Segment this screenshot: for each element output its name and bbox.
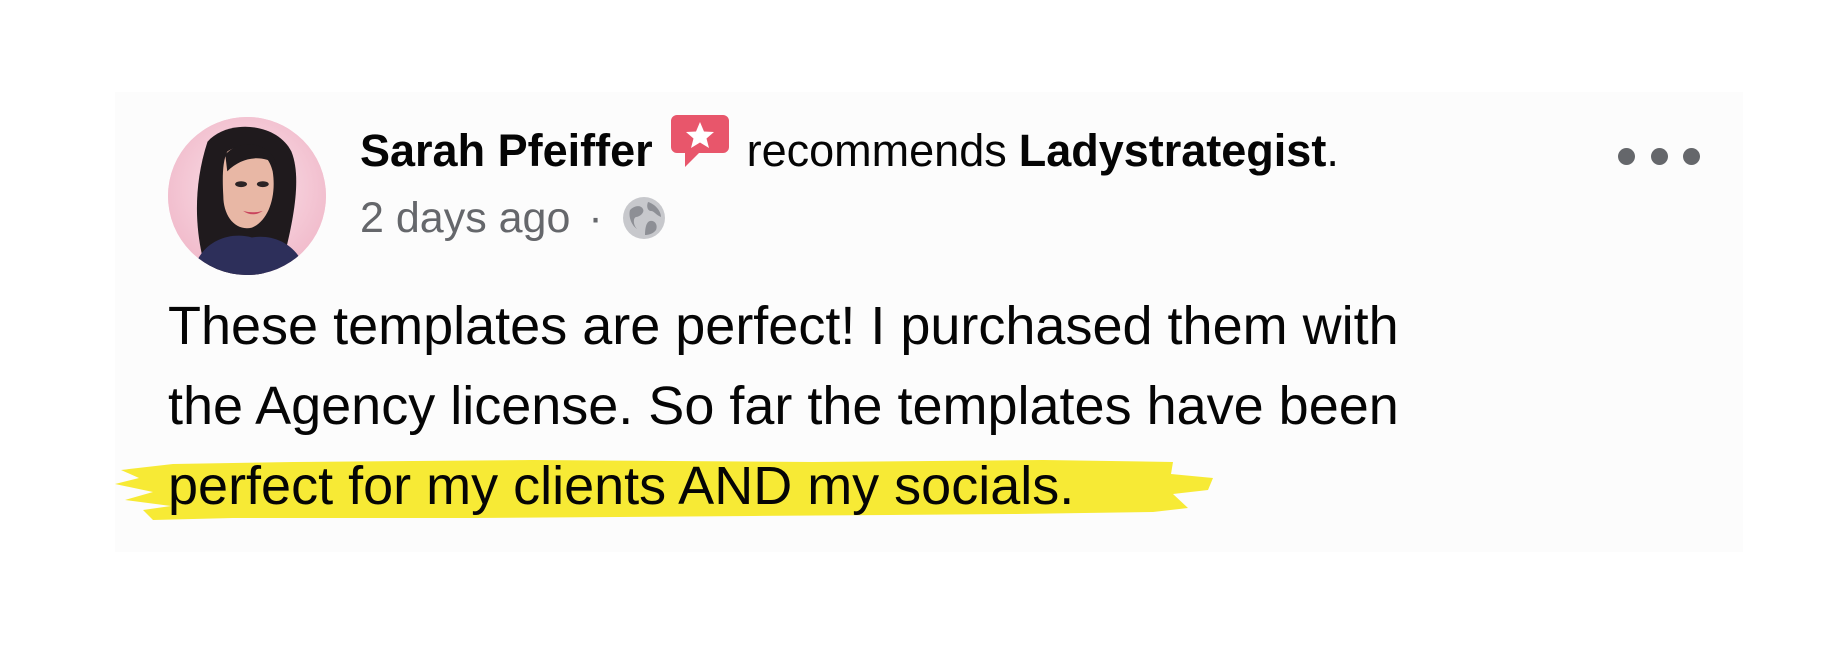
post-meta: 2 days ago · [360, 192, 667, 244]
avatar-image [168, 117, 326, 275]
avatar[interactable] [168, 117, 326, 275]
highlighted-text: perfect for my clients AND my socials. [168, 456, 1075, 516]
globe-icon[interactable] [621, 195, 667, 241]
post-timestamp-link[interactable]: 2 days ago [360, 194, 570, 243]
recommend-star-icon [669, 113, 731, 169]
more-options-icon [1618, 147, 1635, 165]
recommends-label: recommends [746, 124, 1007, 176]
post-text-line-1: These templates are perfect! I purchased… [168, 296, 1399, 356]
author-name-link[interactable]: Sarah Pfeiffer [360, 128, 653, 173]
post-header: Sarah Pfeiffer recommends Ladystrategist… [360, 115, 1339, 179]
post-text-line-2: the Agency license. So far the templates… [168, 376, 1399, 436]
more-options-button[interactable] [1618, 142, 1700, 170]
page-name-link[interactable]: Ladystrategist [1019, 128, 1327, 173]
more-options-icon-dot [1683, 147, 1700, 165]
meta-separator: · [588, 193, 603, 242]
more-options-icon-dot [1650, 147, 1668, 165]
post-text-line-3: perfect for my clients AND my socials. [115, 446, 1668, 526]
post-text: These templates are perfect! I purchased… [115, 286, 1668, 526]
highlighted-sentence: perfect for my clients AND my socials. [115, 446, 1213, 526]
header-period: . [1326, 124, 1339, 176]
